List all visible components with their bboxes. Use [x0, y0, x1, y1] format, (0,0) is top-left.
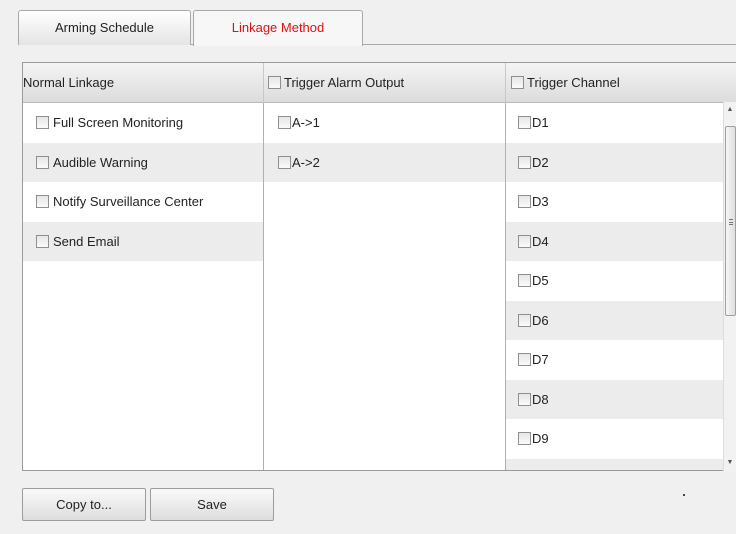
list-item[interactable]: D8	[506, 379, 724, 419]
copy-to-button[interactable]: Copy to...	[22, 488, 146, 521]
save-button[interactable]: Save	[150, 488, 274, 521]
channel-d5-checkbox[interactable]	[518, 274, 531, 288]
audible-warning-checkbox[interactable]	[36, 155, 49, 169]
notify-surveillance-center-checkbox[interactable]	[36, 195, 49, 209]
alarm-output-column: A->1 A->2	[264, 103, 506, 470]
list-item[interactable]: D2	[506, 142, 724, 182]
tab-label: Arming Schedule	[55, 20, 154, 35]
item-label: D3	[532, 194, 549, 210]
alarm-output-1-checkbox[interactable]	[278, 116, 291, 130]
button-label: Copy to...	[56, 497, 112, 512]
list-item[interactable]: A->1	[264, 103, 505, 143]
header-label: Trigger Alarm Output	[284, 75, 405, 90]
item-label: D9	[532, 431, 549, 447]
item-label: Audible Warning	[53, 154, 148, 170]
item-label: D8	[532, 391, 549, 407]
header-trigger-channel: Trigger Channel	[506, 63, 736, 103]
header-normal-linkage: Normal Linkage	[23, 63, 264, 103]
header-trigger-alarm-output: Trigger Alarm Output	[264, 63, 506, 103]
list-item[interactable]: D5	[506, 261, 724, 301]
item-label: Send Email	[53, 233, 120, 249]
channel-d6-checkbox[interactable]	[518, 313, 531, 327]
stray-dot	[683, 494, 685, 496]
item-label: Full Screen Monitoring	[53, 115, 184, 131]
select-all-channel-checkbox[interactable]	[511, 76, 524, 89]
normal-linkage-column: Full Screen Monitoring Audible Warning N…	[23, 103, 264, 470]
channel-d4-checkbox[interactable]	[518, 234, 531, 248]
grip-icon	[729, 219, 733, 225]
item-label: A->1	[292, 115, 320, 131]
channel-d3-checkbox[interactable]	[518, 195, 531, 209]
select-all-alarm-output-checkbox[interactable]	[268, 76, 281, 89]
item-label: D2	[532, 154, 549, 170]
full-screen-monitoring-checkbox[interactable]	[36, 116, 49, 130]
scroll-up-arrow-icon[interactable]: ▲	[724, 102, 736, 118]
header-label: Normal Linkage	[23, 75, 115, 90]
channel-scrollbar[interactable]: ▲ ▼	[723, 102, 736, 471]
table-header: Normal Linkage Trigger Alarm Output Trig…	[23, 63, 736, 103]
item-label: D4	[532, 233, 549, 249]
tab-arming-schedule[interactable]: Arming Schedule	[18, 10, 191, 45]
tab-label-part2: ge Method	[262, 20, 325, 35]
item-label: D5	[532, 273, 549, 289]
list-item[interactable]	[506, 458, 724, 470]
item-label: D7	[532, 352, 549, 368]
channel-d9-checkbox[interactable]	[518, 432, 531, 446]
list-item[interactable]: Notify Surveillance Center	[23, 182, 263, 222]
tab-strip: Arming Schedule Linkage Method	[0, 0, 736, 46]
list-item[interactable]: D4	[506, 221, 724, 261]
send-email-checkbox[interactable]	[36, 234, 49, 248]
channel-d7-checkbox[interactable]	[518, 353, 531, 367]
tab-linkage-method[interactable]: Linkage Method	[193, 10, 363, 46]
list-item[interactable]: A->2	[264, 142, 505, 182]
item-label: D1	[532, 115, 549, 131]
trigger-channel-column: D1 D2 D3 D4 D5 D6 D7 D8 D9	[506, 103, 724, 470]
list-item[interactable]: D9	[506, 419, 724, 459]
item-label: D6	[532, 312, 549, 328]
item-label: Notify Surveillance Center	[53, 194, 204, 210]
button-label: Save	[197, 497, 227, 512]
channel-d2-checkbox[interactable]	[518, 155, 531, 169]
linkage-table: Normal Linkage Trigger Alarm Output Trig…	[22, 62, 736, 471]
scroll-thumb[interactable]	[725, 126, 736, 316]
item-label: A->2	[292, 154, 320, 170]
header-label: Trigger Channel	[527, 75, 620, 90]
channel-d8-checkbox[interactable]	[518, 392, 531, 406]
list-item[interactable]: D1	[506, 103, 724, 143]
list-item[interactable]: D3	[506, 182, 724, 222]
scroll-down-arrow-icon[interactable]: ▼	[724, 455, 736, 471]
list-item[interactable]: D6	[506, 300, 724, 340]
list-item[interactable]: D7	[506, 340, 724, 380]
list-item[interactable]: Full Screen Monitoring	[23, 103, 263, 143]
channel-d1-checkbox[interactable]	[518, 116, 531, 130]
alarm-output-2-checkbox[interactable]	[278, 155, 291, 169]
tab-label-part1: Linka	[231, 20, 263, 35]
list-item[interactable]: Send Email	[23, 221, 263, 261]
list-item[interactable]: Audible Warning	[23, 142, 263, 182]
